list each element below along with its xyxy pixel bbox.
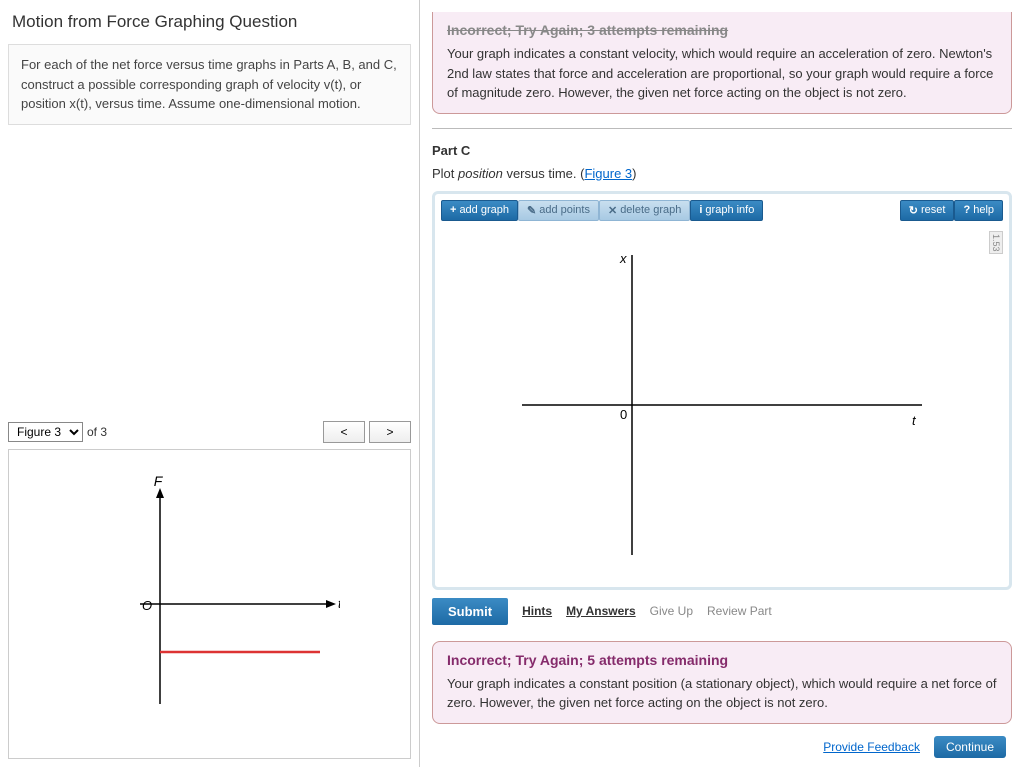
figure-count-label: of 3 bbox=[87, 425, 107, 439]
add-points-button[interactable]: ✎add points bbox=[518, 200, 599, 221]
feedback-body-prev: Your graph indicates a constant velocity… bbox=[447, 44, 997, 103]
feedback-body-current: Your graph indicates a constant position… bbox=[447, 674, 997, 713]
footer-links: Provide Feedback Continue bbox=[432, 736, 1012, 758]
plus-icon: + bbox=[450, 204, 456, 216]
feedback-box-current: Incorrect; Try Again; 5 attempts remaini… bbox=[432, 641, 1012, 724]
graph-widget: +add graph ✎add points ✕delete graph igr… bbox=[432, 191, 1012, 590]
figure-nav-bar: Figure 3 of 3 < > bbox=[8, 421, 411, 443]
graph-toolbar: +add graph ✎add points ✕delete graph igr… bbox=[437, 196, 1007, 225]
part-c-label: Part C bbox=[432, 143, 1012, 158]
figure-panel: F t O bbox=[8, 449, 411, 759]
info-icon: i bbox=[699, 204, 702, 216]
zoom-indicator[interactable]: 1.53 bbox=[989, 231, 1003, 255]
feedback-heading-current: Incorrect; Try Again; 5 attempts remaini… bbox=[447, 652, 997, 668]
svg-text:0: 0 bbox=[620, 407, 627, 422]
feedback-heading-prev: Incorrect; Try Again; 3 attempts remaini… bbox=[447, 22, 997, 38]
question-description: For each of the net force versus time gr… bbox=[8, 44, 411, 125]
svg-text:F: F bbox=[153, 474, 163, 489]
add-graph-button[interactable]: +add graph bbox=[441, 200, 518, 221]
review-part-link[interactable]: Review Part bbox=[707, 604, 772, 618]
svg-text:x: x bbox=[619, 251, 627, 266]
submit-row: Submit Hints My Answers Give Up Review P… bbox=[432, 594, 1012, 629]
part-c-prompt: Plot position versus time. (Figure 3) bbox=[432, 166, 1012, 181]
give-up-link[interactable]: Give Up bbox=[650, 604, 693, 618]
submit-button[interactable]: Submit bbox=[432, 598, 508, 625]
provide-feedback-link[interactable]: Provide Feedback bbox=[823, 740, 920, 754]
reset-button[interactable]: ↻reset bbox=[900, 200, 955, 221]
page-title: Motion from Force Graphing Question bbox=[12, 12, 411, 32]
svg-text:O: O bbox=[142, 598, 152, 613]
figure-prev-button[interactable]: < bbox=[323, 421, 365, 443]
svg-text:t: t bbox=[912, 413, 917, 428]
figure-select[interactable]: Figure 3 bbox=[8, 422, 83, 442]
hints-link[interactable]: Hints bbox=[522, 604, 552, 618]
delete-graph-button[interactable]: ✕delete graph bbox=[599, 200, 690, 221]
my-answers-link[interactable]: My Answers bbox=[566, 604, 636, 618]
feedback-box-prev: Incorrect; Try Again; 3 attempts remaini… bbox=[432, 12, 1012, 114]
figure-3-link[interactable]: Figure 3 bbox=[584, 166, 632, 181]
graph-info-button[interactable]: igraph info bbox=[690, 200, 763, 221]
help-icon: ? bbox=[963, 204, 970, 216]
x-icon: ✕ bbox=[608, 204, 617, 217]
divider bbox=[432, 128, 1012, 129]
graph-canvas[interactable]: 1.53 x t 0 bbox=[437, 225, 1007, 585]
figure-3-svg: F t O bbox=[80, 474, 340, 734]
reset-icon: ↻ bbox=[909, 204, 918, 217]
svg-text:t: t bbox=[338, 596, 340, 611]
help-button[interactable]: ?help bbox=[954, 200, 1003, 221]
pencil-icon: ✎ bbox=[527, 204, 536, 217]
continue-button[interactable]: Continue bbox=[934, 736, 1006, 758]
figure-next-button[interactable]: > bbox=[369, 421, 411, 443]
